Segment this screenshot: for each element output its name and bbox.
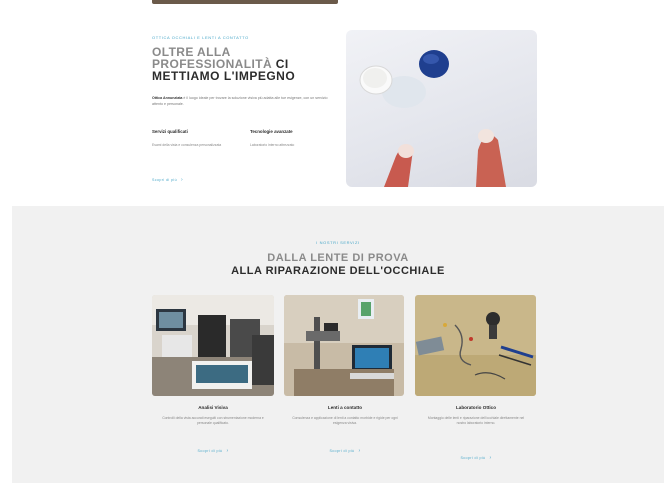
optical-lab-tools-photo [415,295,536,396]
contact-lens-photo [346,30,537,187]
card-title: Analisi Visiva [198,405,228,410]
services-heading-light: Dalla lente di prova [267,252,409,264]
feature-title: Servizi qualificati [152,129,188,134]
arrow-right-icon: › [358,448,361,454]
feature-text: Esami della vista e consulenza personali… [152,143,222,147]
card-title: Lenti a contatto [327,405,363,410]
feature-text: Laboratorio interno attrezzato [250,143,295,147]
services-heading-bold: alla riparazione dell'occhiale [231,265,445,277]
card-more-link[interactable]: Scopri di più › [284,448,406,454]
card-text: Controlli della vista accurati eseguiti … [162,416,264,426]
feature-services: Servizi qualificati Esami della vista e … [152,129,222,148]
card-more-link[interactable]: Scopri di più › [152,448,274,454]
about-heading-light-text: Oltre alla professionalità [152,45,273,71]
previous-image-edge [152,0,338,4]
about-paragraph: Ottica Annunziata è il luogo ideale per … [152,95,334,107]
arrow-right-icon: › [489,455,492,461]
contact-lens-fitting-photo [284,295,404,396]
about-section: Ottica Occhiali e Lenti a Contatto Oltre… [0,8,664,206]
contact-lens-illustration [359,50,506,187]
about-more-link-label: Scopri di più [152,178,177,182]
card-more-link[interactable]: Scopri di più › [415,455,537,461]
eye-exam-equipment-photo [152,295,274,396]
card-title: Laboratorio Ottico [455,405,497,410]
card-more-link-label: Scopri di più [460,456,486,460]
card-text: Montaggio delle lenti e riparazione dell… [427,416,525,426]
card-more-link-label: Scopri di più [329,449,355,453]
services-section: I nostri servizi Dalla lente di prova al… [12,206,664,483]
about-paragraph-strong: Ottica Annunziata [152,96,183,100]
services-eyebrow: I nostri servizi [316,240,360,245]
about-heading-bold: mettiamo l'impegno [152,69,296,83]
about-more-link[interactable]: Scopri di più › [152,177,184,183]
arrow-right-icon: › [180,177,184,183]
card-text: Consulenza e applicazione di lenti a con… [292,416,398,426]
feature-technology: Tecnologie avanzate Laboratorio interno … [250,129,320,148]
about-eyebrow: Ottica Occhiali e Lenti a Contatto [152,35,249,40]
about-heading-light: Oltre alla professionalità ci [152,46,322,70]
arrow-right-icon: › [226,448,229,454]
card-more-link-label: Scopri di più [197,449,223,453]
feature-title: Tecnologie avanzate [250,129,293,134]
